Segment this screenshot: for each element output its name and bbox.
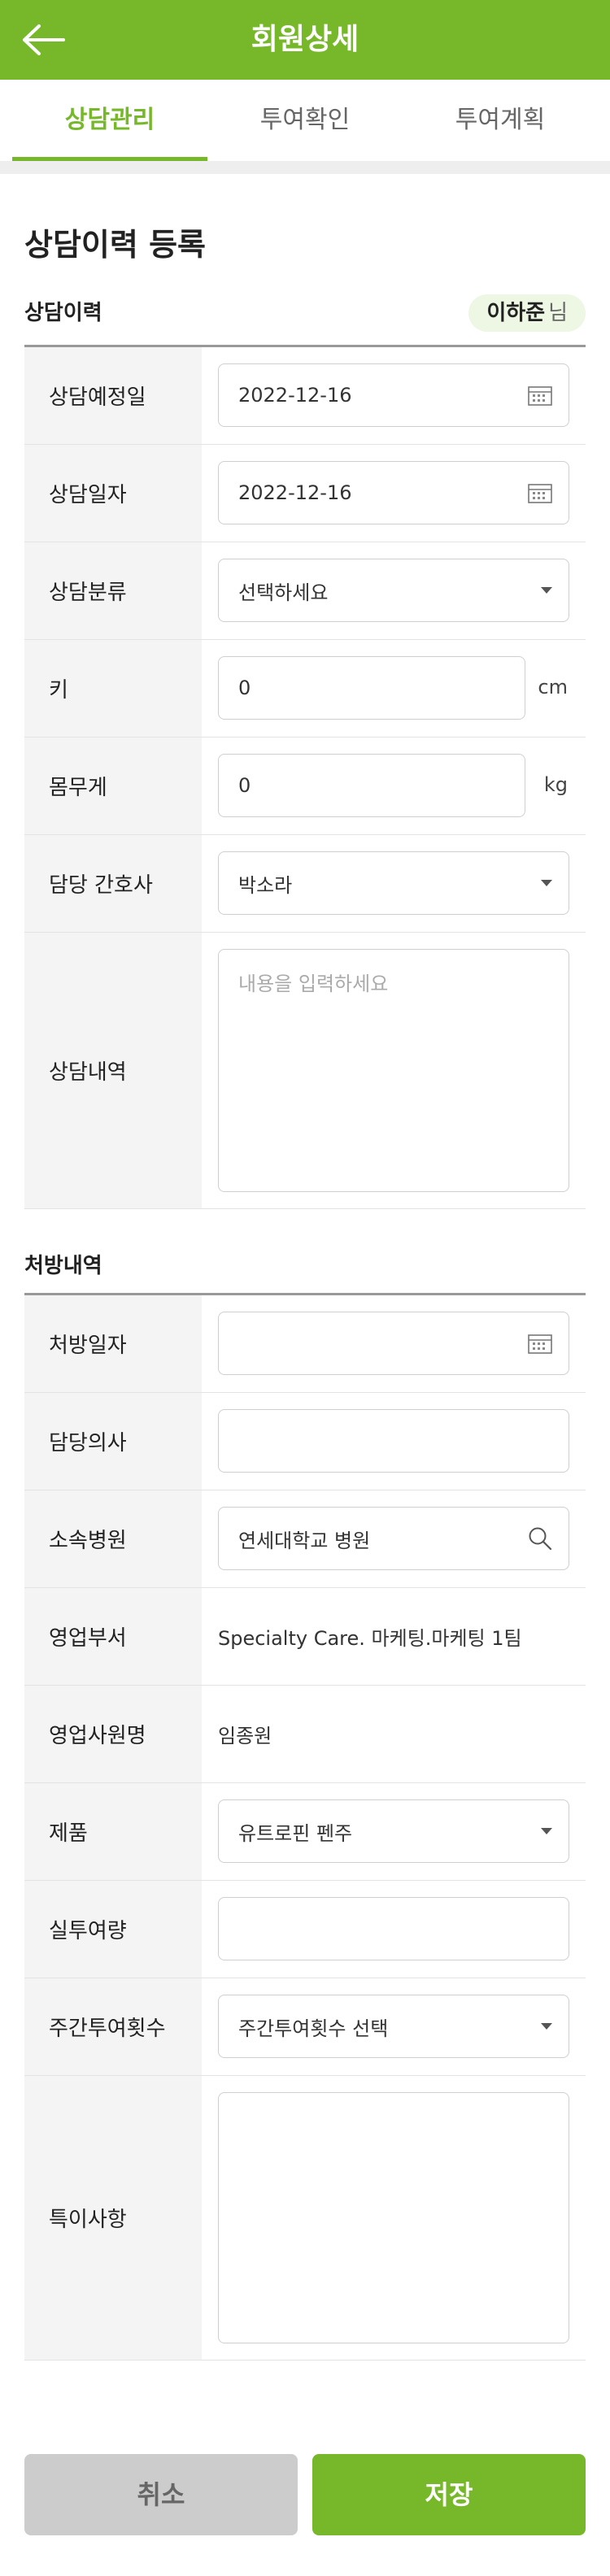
row-label: 상담예정일 (24, 347, 202, 444)
member-name: 이하준 (486, 301, 546, 325)
row-label: 특이사항 (24, 2076, 202, 2360)
row-height: 키 0 cm (24, 640, 586, 738)
row-label: 영업부서 (24, 1588, 202, 1685)
row-hospital: 소속병원 연세대학교 병원 (24, 1490, 586, 1588)
height-unit: cm (538, 676, 568, 698)
calendar-icon (528, 1334, 552, 1354)
product-select[interactable]: 유트로핀 펜주 (218, 1799, 569, 1863)
row-rx-date: 처방일자 (24, 1295, 586, 1393)
category-select[interactable]: 선택하세요 (218, 559, 569, 622)
section-heading-prescription: 처방내역 (24, 1254, 102, 1278)
weight-value: 0 (238, 774, 251, 797)
notes-textarea[interactable] (218, 2092, 569, 2343)
consult-content-placeholder: 내용을 입력하세요 (238, 973, 389, 995)
row-label: 영업사원명 (24, 1686, 202, 1782)
actual-dose-input[interactable] (218, 1897, 569, 1960)
member-suffix: 님 (548, 301, 568, 325)
chevron-down-icon (541, 2023, 552, 2030)
consult-date-value: 2022-12-16 (238, 481, 352, 504)
category-value: 선택하세요 (238, 581, 329, 604)
chevron-down-icon (541, 880, 552, 886)
cancel-button[interactable]: 취소 (24, 2454, 298, 2535)
page-title: 상담이력 등록 (24, 227, 206, 263)
tab-dose-plan[interactable]: 투여계획 (403, 80, 598, 161)
doctor-input[interactable] (218, 1409, 569, 1473)
row-sales-rep: 영업사원명 임종원 (24, 1686, 586, 1783)
row-label: 키 (24, 640, 202, 737)
planned-date-field[interactable]: 2022-12-16 (218, 363, 569, 427)
app-header: 회원상세 (0, 0, 610, 80)
weight-input[interactable]: 0 (218, 754, 525, 817)
search-icon[interactable] (528, 1526, 552, 1551)
sales-dept-value: Specialty Care. 마케팅.마케팅 1팀 (218, 1627, 522, 1650)
row-label: 담당의사 (24, 1393, 202, 1490)
row-label: 처방일자 (24, 1295, 202, 1392)
weekly-count-value: 주간투여횟수 선택 (238, 2017, 389, 2040)
weekly-count-select[interactable]: 주간투여횟수 선택 (218, 1995, 569, 2058)
row-actual-dose: 실투여량 (24, 1881, 586, 1978)
product-value: 유트로핀 펜주 (238, 1821, 353, 1845)
weight-unit: kg (543, 773, 568, 796)
rx-date-field[interactable] (218, 1312, 569, 1375)
calendar-icon (528, 386, 552, 406)
row-notes: 특이사항 (24, 2076, 586, 2361)
consult-content-textarea[interactable]: 내용을 입력하세요 (218, 949, 569, 1192)
chevron-down-icon (541, 587, 552, 594)
row-consult-content: 상담내역 내용을 입력하세요 (24, 933, 586, 1209)
tab-consult-management[interactable]: 상담관리 (12, 80, 207, 161)
calendar-icon (528, 484, 552, 503)
hospital-value: 연세대학교 병원 (238, 1529, 371, 1552)
member-name-badge: 이하준 님 (468, 294, 586, 332)
nurse-value: 박소라 (238, 873, 293, 897)
row-label: 상담분류 (24, 542, 202, 639)
row-label: 상담일자 (24, 445, 202, 542)
sales-rep-value: 임종원 (218, 1725, 272, 1747)
tab-dose-confirm[interactable]: 투여확인 (207, 80, 403, 161)
planned-date-value: 2022-12-16 (238, 384, 352, 407)
row-planned-date: 상담예정일 2022-12-16 (24, 347, 586, 445)
save-button[interactable]: 저장 (312, 2454, 586, 2535)
row-label: 제품 (24, 1783, 202, 1880)
row-product: 제품 유트로핀 펜주 (24, 1783, 586, 1881)
row-sales-dept: 영업부서 Specialty Care. 마케팅.마케팅 1팀 (24, 1588, 586, 1686)
page-header-title: 회원상세 (251, 23, 359, 56)
row-label: 상담내역 (24, 933, 202, 1208)
row-consult-date: 상담일자 2022-12-16 (24, 445, 586, 542)
row-weight: 몸무게 0 kg (24, 738, 586, 835)
row-label: 주간투여횟수 (24, 1978, 202, 2075)
tab-bar: 상담관리 투여확인 투여계획 (0, 80, 610, 161)
hospital-search-field[interactable]: 연세대학교 병원 (218, 1507, 569, 1570)
row-nurse: 담당 간호사 박소라 (24, 835, 586, 933)
row-label: 소속병원 (24, 1490, 202, 1587)
height-value: 0 (238, 677, 251, 699)
row-label: 담당 간호사 (24, 835, 202, 932)
height-input[interactable]: 0 (218, 656, 525, 720)
row-label: 실투여량 (24, 1881, 202, 1978)
nurse-select[interactable]: 박소라 (218, 851, 569, 915)
divider-band (0, 161, 610, 174)
chevron-down-icon (541, 1828, 552, 1834)
row-doctor: 담당의사 (24, 1393, 586, 1490)
row-label: 몸무게 (24, 738, 202, 834)
row-weekly-count: 주간투여횟수 주간투여횟수 선택 (24, 1978, 586, 2076)
consult-date-field[interactable]: 2022-12-16 (218, 461, 569, 524)
row-category: 상담분류 선택하세요 (24, 542, 586, 640)
